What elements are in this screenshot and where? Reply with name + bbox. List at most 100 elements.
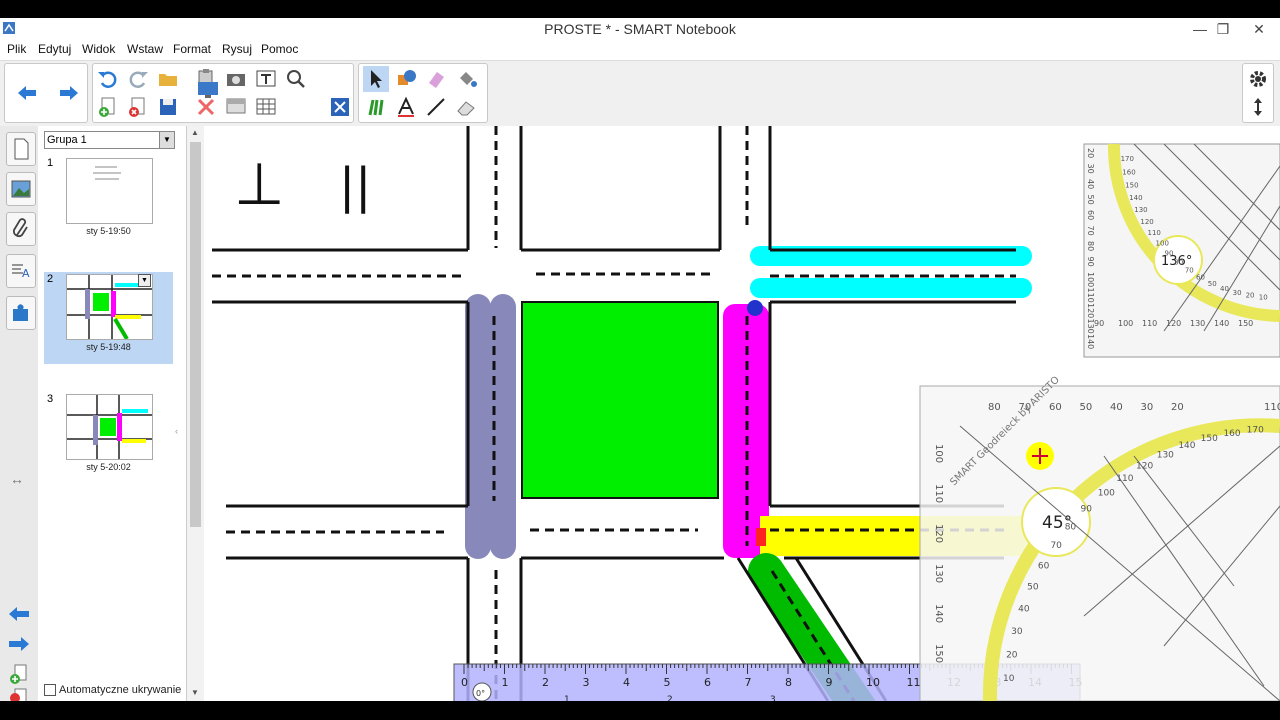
previous-page-button[interactable] — [14, 80, 40, 106]
shapes-tool-button[interactable] — [393, 66, 419, 92]
triangle-scale-label: 90 — [1086, 257, 1095, 267]
window-title: PROSTE * - SMART Notebook — [544, 21, 736, 37]
gear-icon — [1250, 71, 1266, 87]
add-page-button[interactable] — [95, 94, 121, 120]
image-icon — [11, 180, 31, 198]
properties-tab[interactable]: A — [6, 254, 36, 288]
eraser-tool-button[interactable] — [453, 94, 479, 120]
menu-pomoc[interactable]: Pomoc — [261, 42, 298, 56]
scroll-up-icon[interactable]: ▲ — [191, 128, 199, 137]
delete-page-button[interactable] — [125, 94, 151, 120]
restore-button[interactable]: ❐ — [1208, 19, 1238, 39]
triangle-scale-label: 30 — [1086, 164, 1095, 174]
undo-button[interactable] — [95, 66, 121, 92]
vertical-scrollbar[interactable]: ▲ ▼ — [186, 126, 205, 701]
menu-widok[interactable]: Widok — [82, 42, 115, 56]
previous-page-side-button[interactable] — [7, 604, 31, 624]
triangle-arc-label: 70 — [1185, 267, 1194, 275]
perpendicular-symbol[interactable]: ⊥ — [234, 150, 285, 218]
triangle-arc-label: 150 — [1125, 181, 1138, 189]
chevron-down-icon[interactable]: ▼ — [159, 132, 174, 148]
protractor-triangle-top[interactable]: 136° 20304050607080901001101201301401020… — [1083, 143, 1280, 358]
text-tool-button[interactable] — [253, 66, 279, 92]
next-page-button[interactable] — [56, 80, 82, 106]
full-screen-button[interactable] — [327, 94, 353, 120]
select-tool-button[interactable] — [363, 66, 389, 92]
folder-icon — [159, 74, 177, 86]
thumbnail-menu-button[interactable]: ▼ — [138, 274, 151, 287]
text-box-icon — [256, 70, 276, 87]
whiteboard-canvas[interactable]: ⊥ || 0 1 2 3 4 5 6 7 8 9 10 11 1 2 3 0° … — [204, 126, 1280, 701]
page-thumbnail-1[interactable]: 1 sty 5-19:50 — [44, 156, 173, 248]
triangle-arc-label: 110 — [1147, 229, 1160, 237]
pens-tool-button[interactable] — [363, 94, 389, 120]
close-button[interactable]: ✕ — [1244, 19, 1274, 39]
triangle-scale-label: 80 — [1086, 241, 1095, 251]
properties-button[interactable] — [1245, 66, 1271, 92]
triangle-arc-label: 140 — [1178, 441, 1195, 451]
ruler-label: 10 — [866, 676, 880, 689]
scroll-down-icon[interactable]: ▼ — [191, 688, 199, 697]
group-select[interactable]: Grupa 1 ▼ — [44, 131, 175, 149]
display-button[interactable] — [195, 77, 221, 103]
page-preview — [66, 158, 153, 224]
delete-page-icon — [10, 688, 27, 701]
save-button[interactable] — [155, 94, 181, 120]
add-page-side-button[interactable] — [7, 664, 31, 686]
page-sorter: Grupa 1 ▼ 1 sty 5-19:50 2 ▼ sty 5-19:48 3… — [38, 126, 186, 701]
triangle-scale-label: 40 — [1086, 179, 1095, 189]
triangle-scale-label: 150 — [1238, 319, 1253, 328]
screen-capture-button[interactable] — [223, 66, 249, 92]
ruler-label: 8 — [785, 676, 792, 689]
triangle-scale-label: 100 — [1086, 272, 1095, 287]
move-toolbar-button[interactable] — [1245, 94, 1271, 120]
page-thumbnail-3[interactable]: 3 sty 5-20:02 — [44, 392, 173, 484]
triangle-scale-label: 60 — [1086, 210, 1095, 220]
checkbox-box[interactable] — [44, 684, 56, 696]
autohide-checkbox[interactable]: Automatyczne ukrywanie — [44, 684, 181, 696]
redo-button[interactable] — [125, 66, 151, 92]
menu-format[interactable]: Format — [173, 42, 211, 56]
menu-wstaw[interactable]: Wstaw — [127, 42, 163, 56]
magic-pen-button[interactable] — [423, 66, 449, 92]
toolbar — [0, 60, 1280, 128]
parallel-symbol[interactable]: || — [339, 158, 371, 214]
triangle-arc-label: 120 — [1136, 461, 1153, 471]
menu-rysuj[interactable]: Rysuj — [222, 42, 252, 56]
gallery-tab[interactable] — [6, 172, 36, 206]
scroll-thumb[interactable] — [190, 142, 201, 527]
next-page-side-button[interactable] — [7, 634, 31, 654]
protractor-triangle-bottom[interactable]: 45° 80 70 60 50 40 30 20 1101001101201301401501… — [919, 374, 1280, 701]
addons-tab[interactable] — [6, 296, 36, 330]
resize-handle[interactable]: ‹ — [175, 426, 178, 436]
table-button[interactable] — [253, 94, 279, 120]
delete-page-side-button[interactable] — [7, 688, 31, 701]
text-a-icon — [398, 96, 414, 117]
menu-plik[interactable]: Plik — [7, 42, 26, 56]
attachments-tab[interactable] — [6, 212, 36, 246]
line-tool-button[interactable] — [423, 94, 449, 120]
triangle-arc-label: 50 — [1027, 582, 1039, 592]
pens-icon — [368, 99, 384, 116]
expand-panel-icon[interactable]: ↔ — [10, 471, 24, 487]
text-style-button[interactable] — [393, 94, 419, 120]
page-caption: sty 5-20:02 — [86, 462, 131, 472]
app-window: PROSTE * - SMART Notebook — ❐ ✕ Plik Edy… — [0, 18, 1280, 701]
add-page-icon — [10, 664, 27, 684]
redo-icon — [129, 71, 148, 88]
menu-edytuj[interactable]: Edytuj — [38, 42, 71, 56]
green-square[interactable] — [521, 301, 719, 499]
ruler-label: 9 — [826, 676, 833, 689]
open-button[interactable] — [155, 66, 181, 92]
page-sorter-tab[interactable] — [6, 132, 36, 166]
recognize-button[interactable] — [283, 66, 309, 92]
cyan-highlight[interactable] — [750, 278, 1032, 298]
screen-shade-button[interactable] — [223, 94, 249, 120]
undo-icon — [98, 71, 117, 88]
triangle-scale-label: 130 — [1190, 319, 1205, 328]
triangle-arc-label: 100 — [1098, 489, 1115, 499]
page-thumbnail-2[interactable]: 2 ▼ sty 5-19:48 — [44, 272, 173, 364]
triangle-arc-label: 160 — [1223, 429, 1240, 439]
ruler-label: 2 — [542, 676, 549, 689]
fill-tool-button[interactable] — [453, 66, 479, 92]
